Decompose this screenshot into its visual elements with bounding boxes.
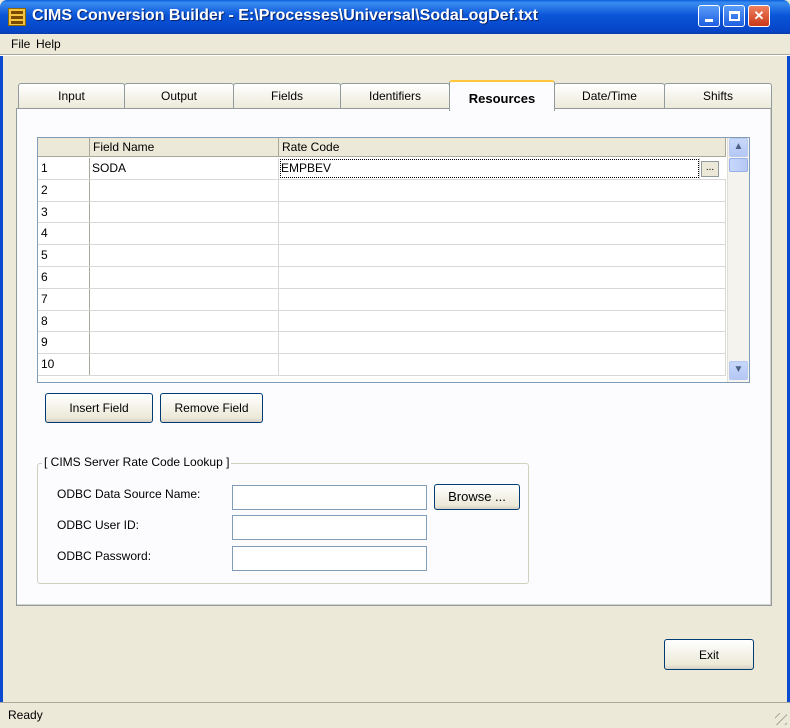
table-row[interactable]: 3 [38,201,726,224]
field-name-cell[interactable] [90,201,279,223]
rate-code-cell[interactable] [279,201,726,223]
field-name-cell[interactable] [90,332,279,354]
rate-code-cell[interactable] [279,245,726,266]
grid-header: Field Name Rate Code [38,138,726,157]
rate-code-cell[interactable]: EMPBEV [279,158,700,179]
rate-code-cell[interactable] [279,310,726,332]
field-name-cell[interactable] [90,223,279,245]
field-name-cell[interactable] [90,288,279,310]
tab-label: Date/Time [582,89,637,103]
table-row[interactable]: 5 [38,245,726,267]
window-title: CIMS Conversion Builder - E:\Processes\U… [32,7,538,24]
tab-label: Fields [270,89,303,103]
odbc-user-id-input[interactable] [232,515,427,540]
tab-fields[interactable]: Fields [233,83,341,109]
rate-code-cell[interactable] [279,267,726,288]
maximize-button[interactable] [723,5,745,27]
chevron-up-icon: ▲ [733,141,744,152]
exit-button[interactable]: Exit [664,639,754,670]
tab-date-time[interactable]: Date/Time [554,83,665,109]
menu-bar: File Help [0,34,790,54]
tab-resources[interactable]: Resources [449,80,555,111]
column-header-field-name[interactable]: Field Name [90,138,279,157]
rate-code-lookup-button[interactable]: ... [701,161,719,177]
app-grid-icon [8,8,26,26]
close-button[interactable]: ✕ [748,5,770,27]
row-number: 10 [38,354,90,375]
field-name-cell[interactable] [90,310,279,332]
scrollbar-thumb[interactable] [729,158,748,172]
field-name-cell[interactable] [90,354,279,375]
table-row[interactable]: 7 [38,288,726,311]
status-text: Ready [8,708,43,722]
tab-shifts[interactable]: Shifts [664,83,772,109]
tab-label: Resources [468,91,536,106]
rate-code-cell[interactable] [279,288,726,310]
table-row[interactable]: 6 [38,267,726,289]
tab-identifiers[interactable]: Identifiers [340,83,450,109]
grid-corner [38,138,90,157]
row-number: 7 [38,288,90,310]
title-bar[interactable]: CIMS Conversion Builder - E:\Processes\U… [0,0,790,34]
group-title: [ CIMS Server Rate Code Lookup ] [42,455,232,469]
row-number: 1 [38,158,90,179]
rate-code-cell[interactable] [279,179,726,201]
close-icon: ✕ [753,8,765,23]
menu-file[interactable]: File [11,37,30,51]
tab-label: Identifiers [368,89,422,103]
odbc-dsn-input[interactable] [232,485,427,510]
maximize-icon [728,11,740,21]
scroll-down-button[interactable]: ▼ [729,361,748,380]
remove-field-button[interactable]: Remove Field [160,393,263,423]
minimize-icon [705,19,713,22]
field-name-cell[interactable] [90,245,279,266]
odbc-dsn-label: ODBC Data Source Name: [57,487,201,501]
field-name-cell[interactable]: SODA [90,158,279,179]
field-name-cell[interactable] [90,267,279,288]
resize-grip-icon[interactable] [775,713,787,725]
table-row[interactable]: 10 [38,354,726,376]
odbc-user-id-label: ODBC User ID: [57,518,140,532]
rate-code-cell[interactable] [279,332,726,354]
row-number: 4 [38,223,90,245]
column-header-rate-code[interactable]: Rate Code [279,138,726,157]
rate-code-cell[interactable] [279,354,726,375]
tab-label: Input [58,89,85,103]
tab-label: Shifts [702,89,733,103]
row-number: 5 [38,245,90,266]
window-frame-left [0,34,3,728]
tab-label: Output [160,89,198,103]
row-number: 6 [38,267,90,288]
table-row[interactable]: 8 [38,310,726,333]
menu-divider [0,54,790,56]
table-row[interactable]: 4 [38,223,726,246]
table-row[interactable]: 2 [38,179,726,202]
odbc-password-label: ODBC Password: [57,549,152,563]
chevron-down-icon: ▼ [733,364,744,375]
browse-button[interactable]: Browse ... [434,484,520,510]
field-name-cell[interactable] [90,179,279,201]
row-number: 2 [38,179,90,201]
menu-help[interactable]: Help [36,37,61,51]
resources-grid[interactable]: Field Name Rate Code 1 SODA EMPBEV ... 2… [37,137,750,383]
row-number: 8 [38,310,90,332]
status-bar: Ready [0,702,790,728]
insert-field-button[interactable]: Insert Field [45,393,153,423]
tab-output[interactable]: Output [124,83,234,109]
rate-code-cell[interactable] [279,223,726,245]
minimize-button[interactable] [698,5,720,27]
odbc-password-input[interactable] [232,546,427,571]
scroll-up-button[interactable]: ▲ [729,138,748,157]
table-row[interactable]: 9 [38,332,726,355]
table-row[interactable]: 1 SODA EMPBEV ... [38,158,726,180]
row-number: 3 [38,201,90,223]
tab-input[interactable]: Input [18,83,125,109]
grid-vertical-scrollbar[interactable]: ▲ ▼ [727,138,749,382]
row-number: 9 [38,332,90,354]
